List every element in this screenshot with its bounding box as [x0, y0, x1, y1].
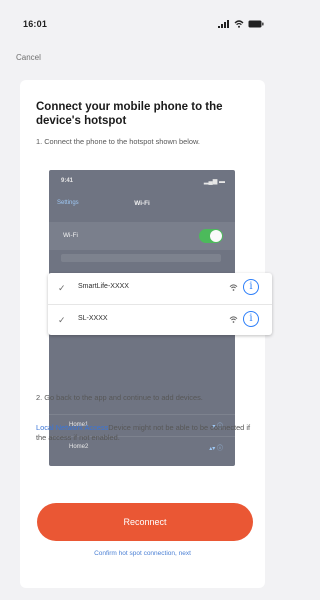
- step-1-text: 1. Connect the phone to the hotspot show…: [36, 137, 200, 146]
- cancel-button[interactable]: Cancel: [16, 53, 41, 62]
- illustration-status-bar: 9:41 ▂▄▆ ▬: [49, 170, 235, 190]
- illustration-wifi-row: Wi-Fi: [49, 222, 235, 250]
- reconnect-button[interactable]: Reconnect: [37, 503, 253, 541]
- wifi-signal-icon: [229, 284, 238, 291]
- status-time: 16:01: [23, 19, 48, 29]
- illustration-status-icons: ▂▄▆ ▬: [203, 179, 225, 185]
- status-icons: [218, 20, 264, 28]
- illustration-network-name: SmartLife-XXXX: [78, 283, 129, 290]
- illustration-other-network-name: Home2: [69, 444, 89, 450]
- check-icon: ✓: [58, 315, 66, 325]
- local-network-access-link[interactable]: Local Network Access: [36, 423, 108, 432]
- illustration-hint-text: [61, 254, 221, 262]
- illustration-wifi-toggle: [199, 229, 223, 243]
- illustration-network-row: ✓ SL-XXXX i: [48, 304, 272, 335]
- illustration-wifi-title: Wi-Fi: [134, 200, 150, 207]
- wifi-icon: [234, 20, 244, 28]
- wifi-settings-illustration: 9:41 ▂▄▆ ▬ Settings Wi-Fi Wi-Fi Home1 ▾ …: [44, 170, 272, 466]
- battery-icon: [248, 20, 264, 28]
- wifi-signal-icon: [229, 316, 238, 323]
- illustration-time: 9:41: [61, 178, 74, 184]
- illustration-network-row: ✓ SmartLife-XXXX i: [48, 273, 272, 304]
- info-icon: i: [243, 311, 259, 327]
- illustration-other-network-icons: ▴▾ ⓘ: [209, 446, 223, 452]
- hotspot-card: Connect your mobile phone to the device'…: [20, 80, 272, 588]
- check-icon: ✓: [58, 283, 66, 293]
- confirm-hotspot-link[interactable]: Confirm hot spot connection, next: [20, 550, 265, 557]
- signal-icon: [218, 20, 229, 28]
- illustration-network-name: SL-XXXX: [78, 315, 108, 322]
- toggle-knob: [210, 230, 222, 242]
- illustration-network-list: ✓ SmartLife-XXXX i ✓ SL-XXXX i: [48, 273, 272, 335]
- status-bar: 16:01: [0, 0, 280, 40]
- card-title: Connect your mobile phone to the device'…: [36, 101, 223, 127]
- info-icon: i: [243, 279, 259, 295]
- step-2-text: 2. Go back to the app and continue to ad…: [36, 393, 203, 402]
- local-network-note: Local Network AccessDevice might not be …: [36, 423, 251, 443]
- illustration-wifi-label: Wi-Fi: [63, 232, 78, 239]
